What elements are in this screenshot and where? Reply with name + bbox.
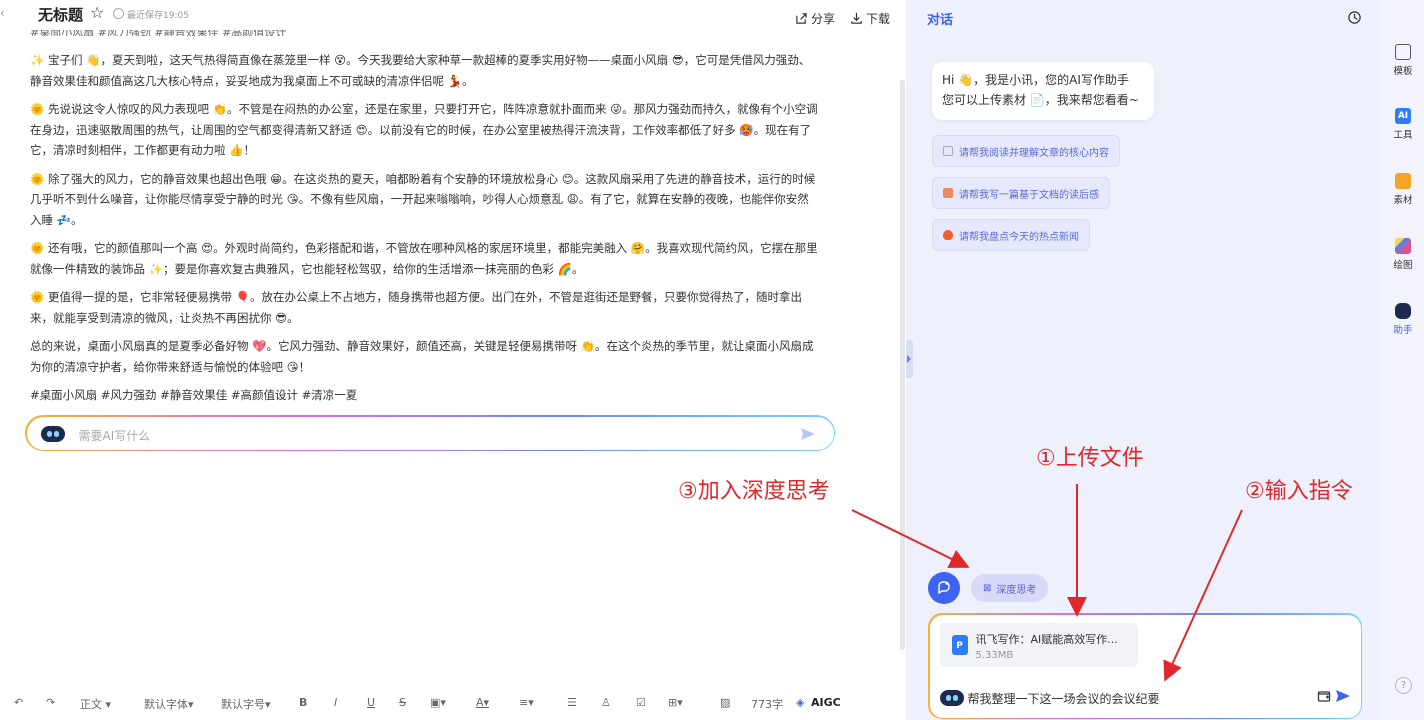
arrow-input: [1163, 509, 1243, 682]
arrow-deep-think: [851, 509, 970, 568]
annotation-arrows: [851, 484, 1243, 682]
